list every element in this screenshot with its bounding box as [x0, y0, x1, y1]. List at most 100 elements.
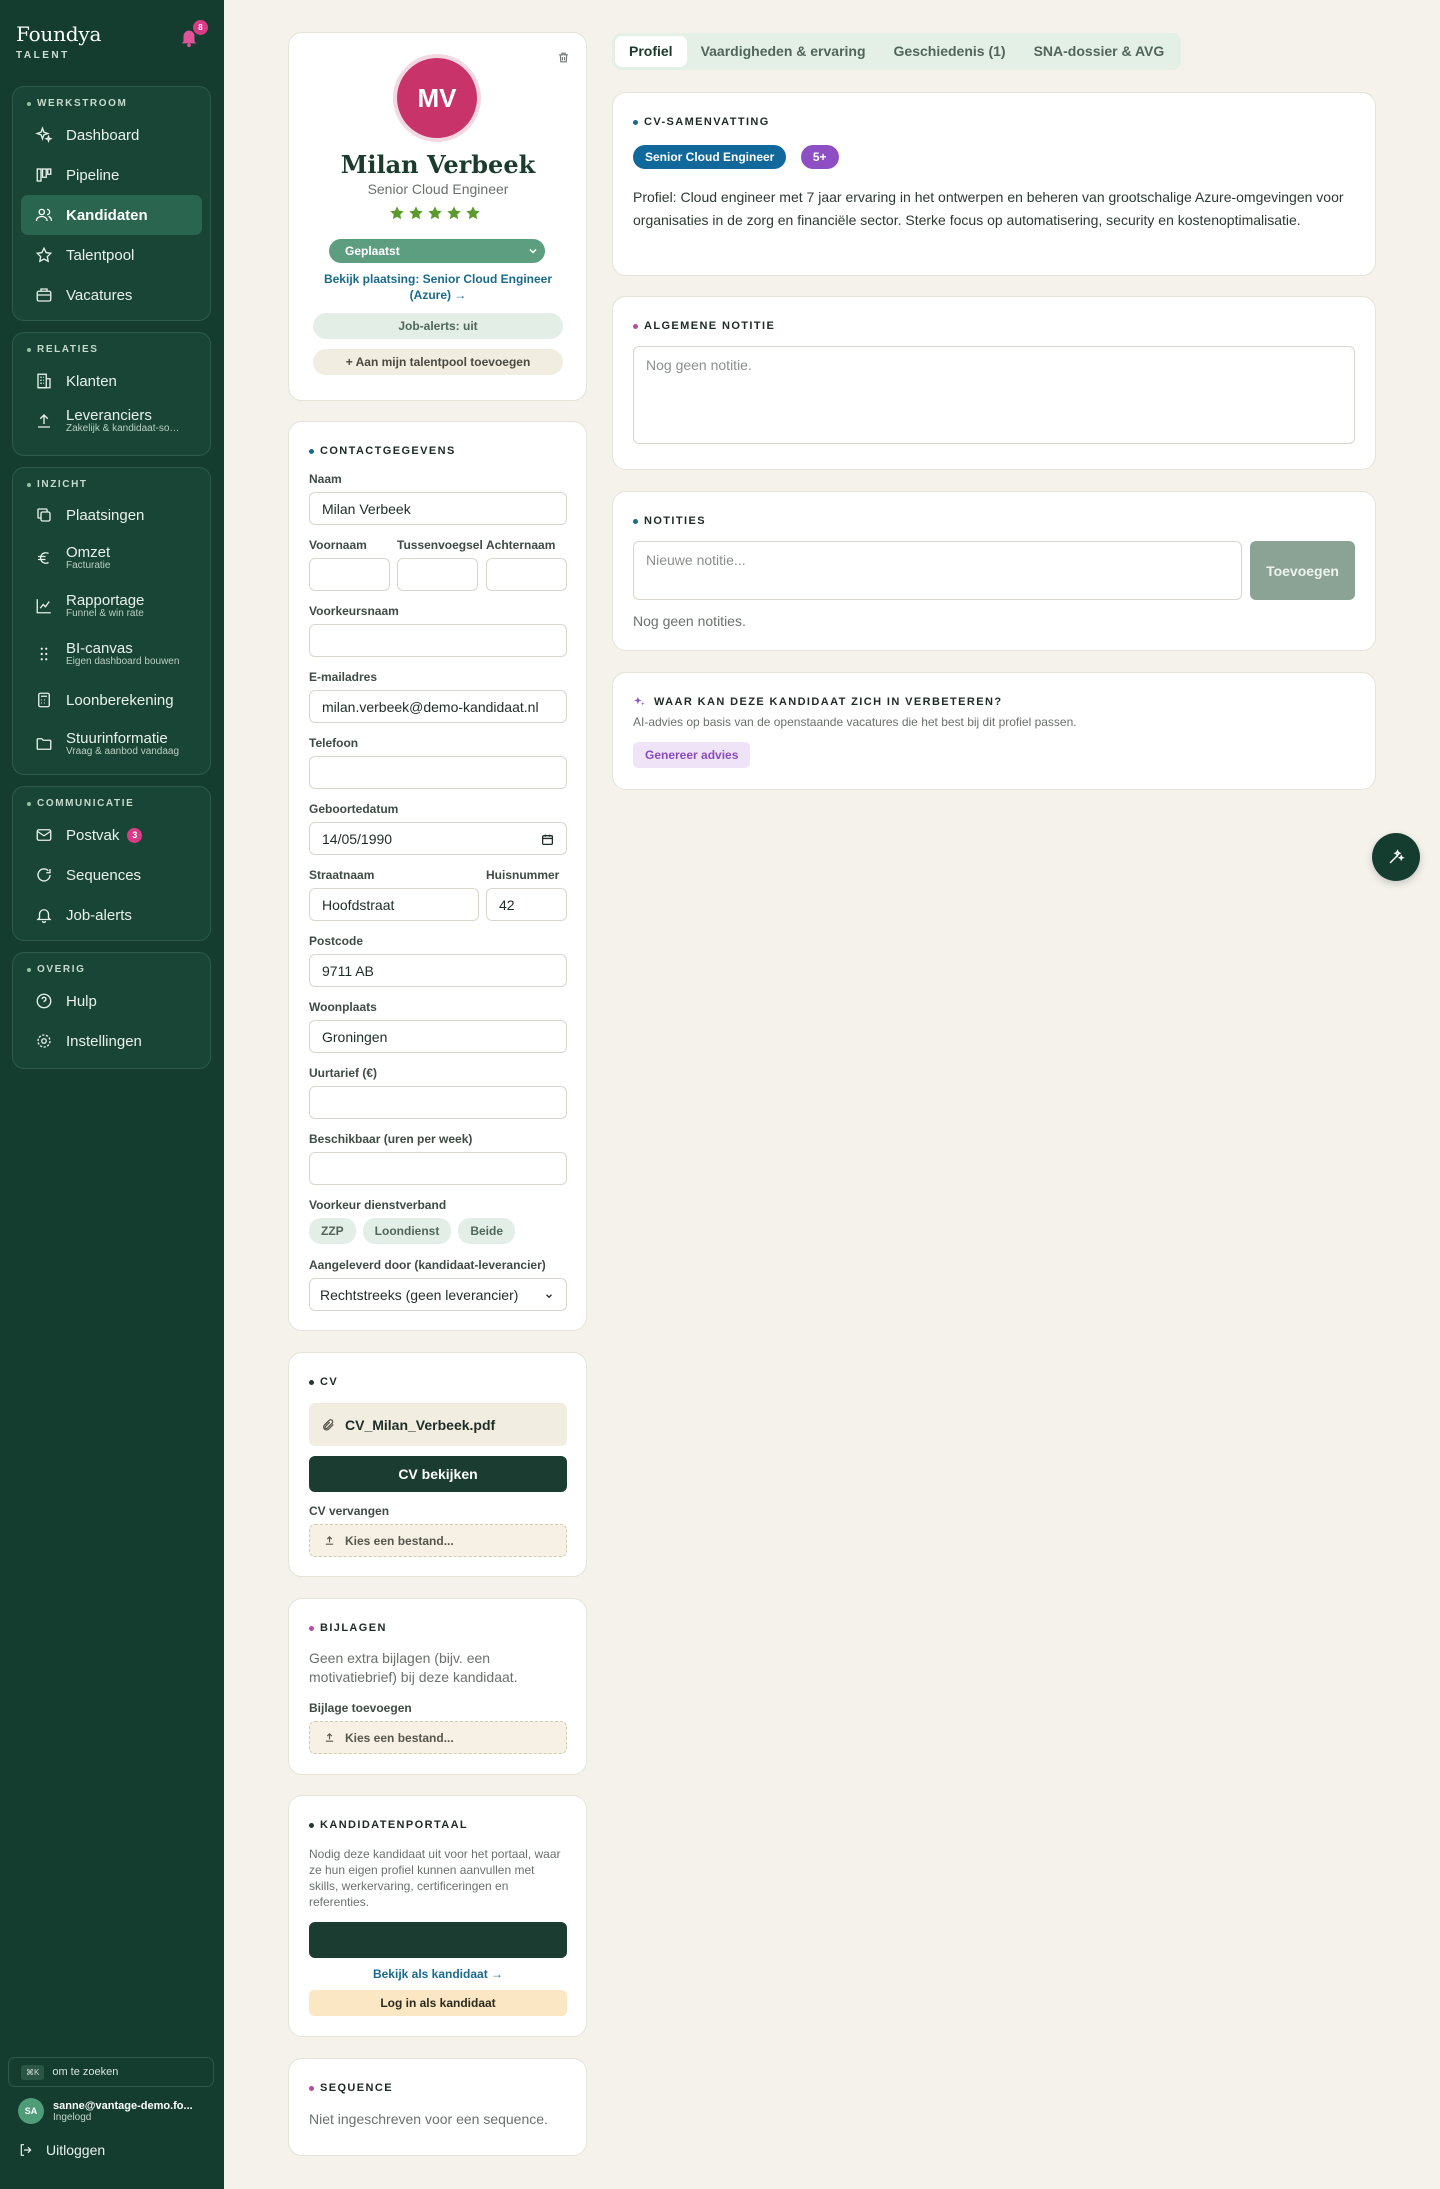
briefcase-icon	[36, 288, 52, 302]
mail-icon	[36, 829, 52, 841]
sidebar-item-instellingen[interactable]: Instellingen	[21, 1021, 202, 1061]
name-field[interactable]: Milan Verbeek	[309, 492, 567, 525]
sidebar-item-bi-canvas[interactable]: BI-canvas Eigen dashboard bouwen	[21, 630, 202, 678]
infix-field[interactable]	[397, 558, 478, 591]
street-field[interactable]: Hoofdstraat	[309, 888, 479, 921]
hourly-rate-field[interactable]	[309, 1086, 567, 1119]
star-icon[interactable]	[408, 205, 424, 221]
availability-field[interactable]	[309, 1152, 567, 1185]
sidebar-item-sublabel: Funnel & win rate	[66, 608, 144, 619]
sidebar-item-vacatures[interactable]: Vacatures	[21, 275, 202, 315]
chevron-down-icon	[546, 1294, 552, 1299]
sidebar-item-label: Hulp	[66, 992, 97, 1010]
sidebar-item-omzet[interactable]: Omzet Facturatie	[21, 534, 202, 582]
sidebar-item-rapportage[interactable]: Rapportage Funnel & win rate	[21, 582, 202, 630]
status-value: Geplaatst	[345, 244, 400, 258]
cv-filename: CV_Milan_Verbeek.pdf	[345, 1416, 496, 1433]
new-note-textarea[interactable]: Nieuwe notitie...	[633, 541, 1242, 600]
sidebar-item-sublabel: Facturatie	[66, 560, 111, 571]
user-account[interactable]: SA sanne@vantage-demo.fo... Ingelogd	[18, 2098, 213, 2124]
tab-sna-dossier[interactable]: SNA-dossier & AVG	[1020, 36, 1179, 67]
sidebar-item-talentpool[interactable]: Talentpool	[21, 235, 202, 275]
sidebar-item-klanten[interactable]: Klanten	[21, 361, 202, 401]
general-note-textarea[interactable]: Nog geen notitie.	[633, 346, 1355, 444]
tab-profiel[interactable]: Profiel	[615, 36, 687, 67]
add-note-button[interactable]: Toevoegen	[1250, 541, 1355, 600]
star-icon[interactable]	[389, 205, 405, 221]
notes-card: NOTITIES Nieuwe notitie... Toevoegen Nog…	[612, 491, 1376, 651]
add-to-talentpool-button[interactable]: + Aan mijn talentpool toevoegen	[313, 349, 563, 375]
sidebar-item-label: Job-alerts	[66, 906, 132, 924]
status-select[interactable]: Geplaatst	[329, 239, 545, 263]
sidebar-item-sequences[interactable]: Sequences	[21, 855, 202, 895]
sparkle-icon	[634, 696, 645, 706]
preferred-name-field[interactable]	[309, 624, 567, 657]
sidebar-item-dashboard[interactable]: Dashboard	[21, 115, 202, 155]
postcode-field[interactable]: 9711 AB	[309, 954, 567, 987]
sidebar-item-label: Sequences	[66, 866, 142, 884]
logout-button[interactable]: Uitloggen	[18, 2142, 105, 2158]
sidebar-item-sublabel: Zakelijk & kandidaat-so…	[66, 423, 180, 434]
star-icon[interactable]	[465, 205, 481, 221]
delete-candidate-icon[interactable]	[557, 51, 570, 64]
field-label: Voorkeur dienstverband	[309, 1198, 447, 1212]
city-field[interactable]: Groningen	[309, 1020, 567, 1053]
star-rating[interactable]	[389, 205, 481, 221]
sidebar-item-stuurinformatie[interactable]: Stuurinformatie Vraag & aanbod vandaag	[21, 722, 202, 766]
first-name-field[interactable]	[309, 558, 390, 591]
field-label: Postcode	[309, 934, 364, 948]
email-field[interactable]: milan.verbeek@demo-kandidaat.nl	[309, 690, 567, 723]
attachment-file-picker[interactable]: Kies een bestand...	[309, 1721, 567, 1754]
sidebar-item-job-alerts[interactable]: Job-alerts	[21, 895, 202, 935]
tab-geschiedenis[interactable]: Geschiedenis (1)	[880, 36, 1020, 67]
sidebar-item-loonberekening[interactable]: Loonberekening	[21, 678, 202, 722]
sidebar-item-pipeline[interactable]: Pipeline	[21, 155, 202, 195]
sidebar-item-label: Leveranciers	[66, 407, 152, 424]
star-icon[interactable]	[427, 205, 443, 221]
calendar-icon[interactable]	[541, 833, 554, 846]
last-name-field[interactable]	[486, 558, 567, 591]
upload-icon	[325, 1733, 334, 1742]
section-title: NOTITIES	[644, 515, 706, 527]
supplier-select[interactable]: Rechtstreeks (geen leverancier)	[309, 1278, 567, 1311]
nav-group-title: RELATIES	[37, 344, 99, 355]
login-as-candidate-button[interactable]: Log in als kandidaat	[309, 1990, 567, 2016]
placement-link[interactable]: Bekijk plaatsing: Senior Cloud Engineer …	[309, 271, 567, 303]
sidebar-item-postvak[interactable]: Postvak 3	[21, 815, 202, 855]
phone-field[interactable]	[309, 756, 567, 789]
employment-option-zzp[interactable]: ZZP	[309, 1218, 356, 1244]
candidate-tabs: Profiel Vaardigheden & ervaring Geschied…	[612, 33, 1182, 70]
building-icon	[37, 373, 51, 389]
tab-vaardigheden[interactable]: Vaardigheden & ervaring	[687, 36, 880, 67]
invite-portal-button[interactable]	[309, 1922, 567, 1958]
generate-advice-button[interactable]: Genereer advies	[633, 742, 751, 768]
brand-logo[interactable]: Foundya TALENT	[16, 22, 101, 61]
view-cv-button[interactable]: CV bekijken	[309, 1456, 567, 1492]
keyboard-shortcut: ⌘K	[21, 2064, 45, 2080]
sidebar-item-plaatsingen[interactable]: Plaatsingen	[21, 496, 202, 534]
sidebar-item-hulp[interactable]: Hulp	[21, 981, 202, 1021]
cv-file[interactable]: CV_Milan_Verbeek.pdf	[309, 1403, 567, 1446]
job-alerts-toggle[interactable]: Job-alerts: uit	[313, 313, 563, 339]
nav-group-title: WERKSTROOM	[37, 98, 128, 109]
section-title: ALGEMENE NOTITIE	[644, 320, 776, 332]
sidebar-item-kandidaten[interactable]: Kandidaten	[21, 195, 202, 235]
employment-option-loondienst[interactable]: Loondienst	[362, 1218, 452, 1244]
brand-subtitle: TALENT	[16, 50, 70, 61]
view-as-candidate-link[interactable]: Bekijk als kandidaat →	[309, 1967, 567, 1981]
advice-subtitle: AI-advies op basis van de openstaande va…	[633, 715, 1077, 729]
help-icon	[36, 993, 52, 1009]
house-number-field[interactable]: 42	[486, 888, 567, 921]
ai-assistant-button[interactable]	[1372, 833, 1420, 881]
sidebar-item-leveranciers[interactable]: Leveranciers Zakelijk & kandidaat-so…	[21, 401, 202, 441]
chevron-down-icon	[529, 248, 537, 254]
command-search-button[interactable]: ⌘K om te zoeken	[8, 2057, 214, 2087]
star-icon[interactable]	[446, 205, 462, 221]
star-icon	[35, 246, 53, 263]
nav-group-werkstroom: WERKSTROOM Dashboard Pipeline Kandidaten…	[12, 86, 211, 321]
employment-option-beide[interactable]: Beide	[458, 1218, 516, 1244]
gear-icon	[37, 1034, 51, 1048]
nav-group-overig: OVERIG Hulp Instellingen	[12, 952, 211, 1069]
cv-file-picker[interactable]: Kies een bestand...	[309, 1524, 567, 1557]
birthdate-field[interactable]: 14/05/1990	[309, 822, 567, 855]
